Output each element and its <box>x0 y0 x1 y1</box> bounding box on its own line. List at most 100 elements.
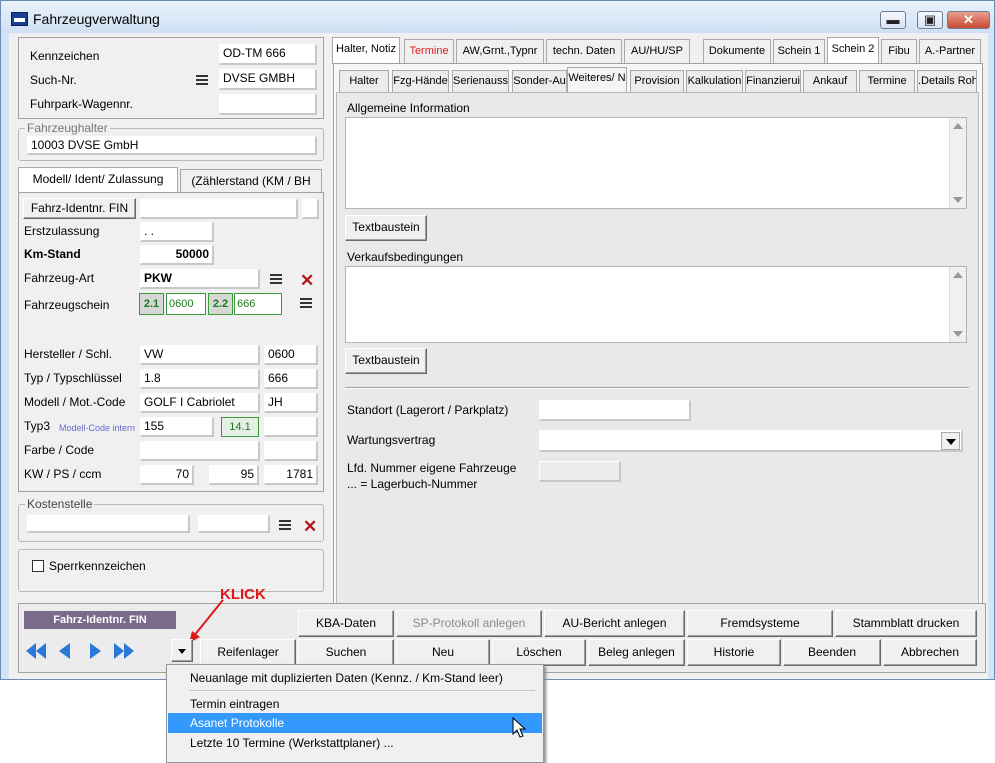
neu-button[interactable]: Neu <box>396 639 490 666</box>
tab-a-partner[interactable]: A.-Partner <box>919 39 981 63</box>
kostenstelle-field[interactable] <box>27 515 190 533</box>
kostenstelle-clear-icon[interactable]: ✕ <box>303 518 317 535</box>
motcode-field[interactable]: JH <box>264 393 318 413</box>
abbrechen-button[interactable]: Abbrechen <box>883 639 977 666</box>
subtab-termine[interactable]: Termine <box>859 70 915 92</box>
kw-field[interactable]: 70 <box>140 465 194 485</box>
beenden-button[interactable]: Beenden <box>783 639 881 666</box>
modell-field[interactable]: GOLF I Cabriolet <box>140 393 260 413</box>
tab-au-hu-sp[interactable]: AU/HU/SP <box>624 39 690 63</box>
tab-schein-1[interactable]: Schein 1 <box>773 39 825 63</box>
kennzeichen-field[interactable]: OD-TM 666 <box>219 44 317 65</box>
fin-button[interactable]: Fahrz-Identnr. FIN <box>23 198 136 219</box>
tab-aw-grnt[interactable]: AW,Grnt.,Typnr <box>456 39 544 63</box>
loeschen-button[interactable]: Löschen <box>492 639 586 666</box>
subtab-ankauf[interactable]: Ankauf <box>803 70 857 92</box>
ps-field[interactable]: 95 <box>209 465 259 485</box>
maximize-button[interactable]: ▣ <box>917 11 943 29</box>
fahrzeugschein-list-icon[interactable] <box>300 298 312 308</box>
fuhrpark-field[interactable] <box>219 94 317 115</box>
last-record-icon[interactable] <box>113 641 135 661</box>
prev-record-icon[interactable] <box>57 641 73 661</box>
schein-22-badge: 2.2 <box>208 293 233 315</box>
minimize-button[interactable]: ▬ <box>880 11 906 29</box>
standort-field[interactable] <box>539 400 691 421</box>
typ-field[interactable]: 1.8 <box>140 369 260 389</box>
fahrzeughalter-group: Fahrzeughalter 10003 DVSE GmbH <box>18 121 324 161</box>
halter-field[interactable]: 10003 DVSE GmbH <box>27 136 317 155</box>
more-dropdown-button[interactable] <box>171 639 193 662</box>
typ-schl-field[interactable]: 666 <box>264 369 318 389</box>
wartung-dropdown-button[interactable] <box>941 432 960 450</box>
verkauf-scrollbar[interactable] <box>949 267 966 342</box>
tab-techn-daten[interactable]: techn. Daten <box>546 39 622 63</box>
tab-schein-2[interactable]: Schein 2 <box>827 37 879 64</box>
wartungsvertrag-select[interactable] <box>539 430 963 452</box>
subtab-kalkulation[interactable]: Kalkulation <box>686 70 743 92</box>
subtab-sonderausstattung[interactable]: Sonder-Au <box>512 70 567 92</box>
fremdsysteme-button[interactable]: Fremdsysteme <box>687 610 833 637</box>
typ3-extra-field[interactable] <box>264 417 318 437</box>
suchnr-field[interactable]: DVSE GMBH <box>219 69 317 90</box>
subtab-weiteres[interactable]: Weiteres/ N <box>567 67 627 93</box>
subtab-details-roh[interactable]: .Details Roh <box>917 70 977 92</box>
close-window-button[interactable]: ✕ <box>947 11 990 29</box>
textbaustein-button-1[interactable]: Textbaustein <box>345 215 427 241</box>
tab-modell-ident[interactable]: Modell/ Ident/ Zulassung <box>18 167 178 193</box>
tab-dokumente[interactable]: Dokumente <box>703 39 771 63</box>
erstzulassung-field[interactable]: . . <box>140 222 214 242</box>
tab-termine[interactable]: Termine <box>404 39 454 63</box>
allg-info-textarea[interactable] <box>345 117 967 209</box>
subtab-halter[interactable]: Halter <box>339 70 389 92</box>
subtab-fzg-haendler[interactable]: Fzg-Hände <box>392 70 449 92</box>
subtab-finanzierung[interactable]: Finanzierui <box>745 70 801 92</box>
kmstand-field[interactable]: 50000 <box>140 245 214 265</box>
textbaustein-button-2[interactable]: Textbaustein <box>345 348 427 374</box>
vehicle-identity-panel: Kennzeichen OD-TM 666 Such-Nr. DVSE GMBH… <box>18 37 324 119</box>
hersteller-schl-field[interactable]: 0600 <box>264 345 318 365</box>
suchnr-list-icon[interactable] <box>196 75 208 85</box>
next-record-icon[interactable] <box>87 641 103 661</box>
typ3-field[interactable]: 155 <box>140 417 214 437</box>
standort-label: Standort (Lagerort / Parkplatz) <box>347 403 509 417</box>
chevron-down-icon <box>946 439 956 445</box>
kostenstelle-list-icon[interactable] <box>279 520 291 530</box>
menu-item-letzte-termine[interactable]: Letzte 10 Termine (Werkstattplaner) ... <box>168 733 542 753</box>
menu-item-asanet-protokolle[interactable]: Asanet Protokolle <box>168 713 542 733</box>
fahrzeugart-field[interactable]: PKW <box>140 269 260 289</box>
schein-21-field[interactable]: 0600 <box>166 293 206 315</box>
first-record-icon[interactable] <box>25 641 47 661</box>
allg-info-scrollbar[interactable] <box>949 118 966 208</box>
sperrkennzeichen-checkbox[interactable] <box>32 560 44 572</box>
beleg-anlegen-button[interactable]: Beleg anlegen <box>588 639 685 666</box>
sp-protokoll-button[interactable]: SP-Protokoll anlegen <box>396 610 542 637</box>
tab-fibu[interactable]: Fibu <box>881 39 917 63</box>
tab-zaehlerstand[interactable]: (Zählerstand (KM / BH <box>180 169 322 193</box>
typ3-green-field[interactable]: 14.1 <box>221 417 259 437</box>
au-bericht-button[interactable]: AU-Bericht anlegen <box>544 610 685 637</box>
subtab-provision[interactable]: Provision <box>630 70 684 92</box>
schein-22-field[interactable]: 666 <box>234 293 282 315</box>
ccm-field[interactable]: 1781 <box>264 465 318 485</box>
stammblatt-button[interactable]: Stammblatt drucken <box>835 610 977 637</box>
farbe-code-field[interactable] <box>264 441 318 461</box>
fin-extra-field[interactable] <box>302 199 319 219</box>
subtab-serienausstattung[interactable]: Serienauss <box>452 70 509 92</box>
historie-button[interactable]: Historie <box>687 639 781 666</box>
fahrzeugart-list-icon[interactable] <box>270 274 282 284</box>
kostenstelle-extra-field[interactable] <box>198 515 270 533</box>
tab-halter-notiz[interactable]: Halter, Notiz <box>332 37 400 64</box>
hersteller-field[interactable]: VW <box>140 345 260 365</box>
fahrzeugart-clear-icon[interactable]: ✕ <box>300 272 314 289</box>
menu-item-termin-eintragen[interactable]: Termin eintragen <box>168 694 542 714</box>
farbe-field[interactable] <box>140 441 260 461</box>
typ3-label: Typ3 <box>24 419 51 433</box>
fuhrpark-label: Fuhrpark-Wagennr. <box>30 97 133 111</box>
reifenlager-button[interactable]: Reifenlager <box>200 639 296 666</box>
suchen-button[interactable]: Suchen <box>298 639 394 666</box>
fin-field[interactable] <box>140 199 298 219</box>
verkaufsbedingungen-textarea[interactable] <box>345 266 967 343</box>
menu-item-neuanlage[interactable]: Neuanlage mit duplizierten Daten (Kennz.… <box>168 668 542 688</box>
modellcode-label: Modell-Code intern <box>59 423 136 433</box>
kba-daten-button[interactable]: KBA-Daten <box>298 610 394 637</box>
